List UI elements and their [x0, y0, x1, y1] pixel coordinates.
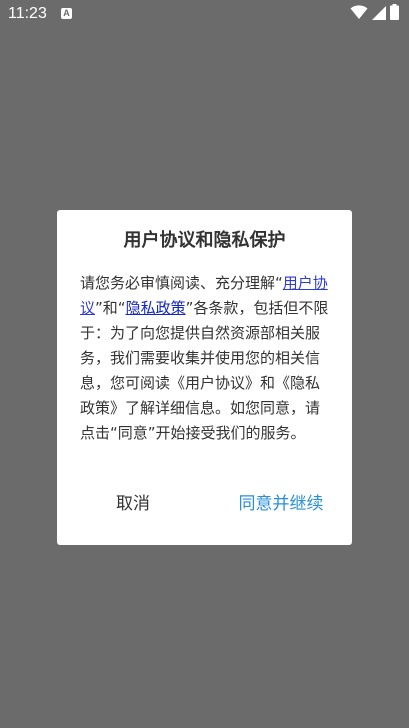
- body-text-1: 请您务必审慎阅读、充分理解“: [80, 274, 283, 292]
- status-time: 11:23: [8, 5, 47, 22]
- cellular-signal-icon: [372, 5, 386, 24]
- body-text-3: ”各条款，包括但不限于：为了向您提供自然资源部相关服务，我们需要收集并使用您的相…: [80, 299, 329, 442]
- privacy-policy-link[interactable]: 隐私政策: [126, 299, 186, 317]
- dialog-title: 用户协议和隐私保护: [123, 230, 286, 251]
- dialog-body-text[interactable]: 请您务必审慎阅读、充分理解“用户协议”和“隐私政策”各条款，包括但不限于：为了向…: [80, 271, 330, 460]
- cancel-button[interactable]: 取消: [95, 489, 171, 519]
- wifi-icon: [350, 4, 368, 24]
- body-text-2: ”和“: [95, 299, 126, 317]
- status-icons: [350, 4, 399, 24]
- privacy-dialog: 用户协议和隐私保护 请您务必审慎阅读、充分理解“用户协议”和“隐私政策”各条款，…: [57, 210, 352, 545]
- notification-a-icon: A: [61, 8, 72, 19]
- agree-and-continue-button[interactable]: 同意并继续: [217, 489, 345, 519]
- battery-icon: [390, 4, 399, 24]
- status-bar: 11:23 A: [0, 0, 409, 28]
